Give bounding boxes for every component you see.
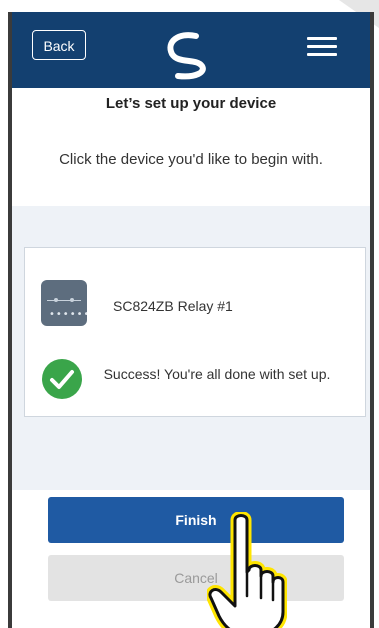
device-card[interactable]: •••••• SC824ZB Relay #1 Success! You're … xyxy=(24,247,366,417)
cancel-button[interactable]: Cancel xyxy=(48,555,344,601)
page-title: Let’s set up your device xyxy=(105,95,277,112)
app-header: Back xyxy=(12,12,370,88)
hand-pointer-icon xyxy=(207,512,287,628)
success-message: Success! You're all done with set up. xyxy=(103,366,331,382)
swirl-logo-icon xyxy=(167,32,206,80)
finish-button[interactable]: Finish xyxy=(48,497,344,543)
back-button[interactable]: Back xyxy=(32,30,86,60)
relay-device-icon: •••••• xyxy=(41,280,87,326)
hamburger-menu-icon[interactable] xyxy=(307,37,337,59)
phone-screen: Back Let’s set up your device Click the … xyxy=(8,12,374,628)
device-name: SC824ZB Relay #1 xyxy=(113,298,233,314)
screenshot-frame: Back Let’s set up your device Click the … xyxy=(0,0,379,628)
success-check-icon xyxy=(42,359,82,399)
page-subtitle: Click the device you'd like to begin wit… xyxy=(59,151,323,168)
